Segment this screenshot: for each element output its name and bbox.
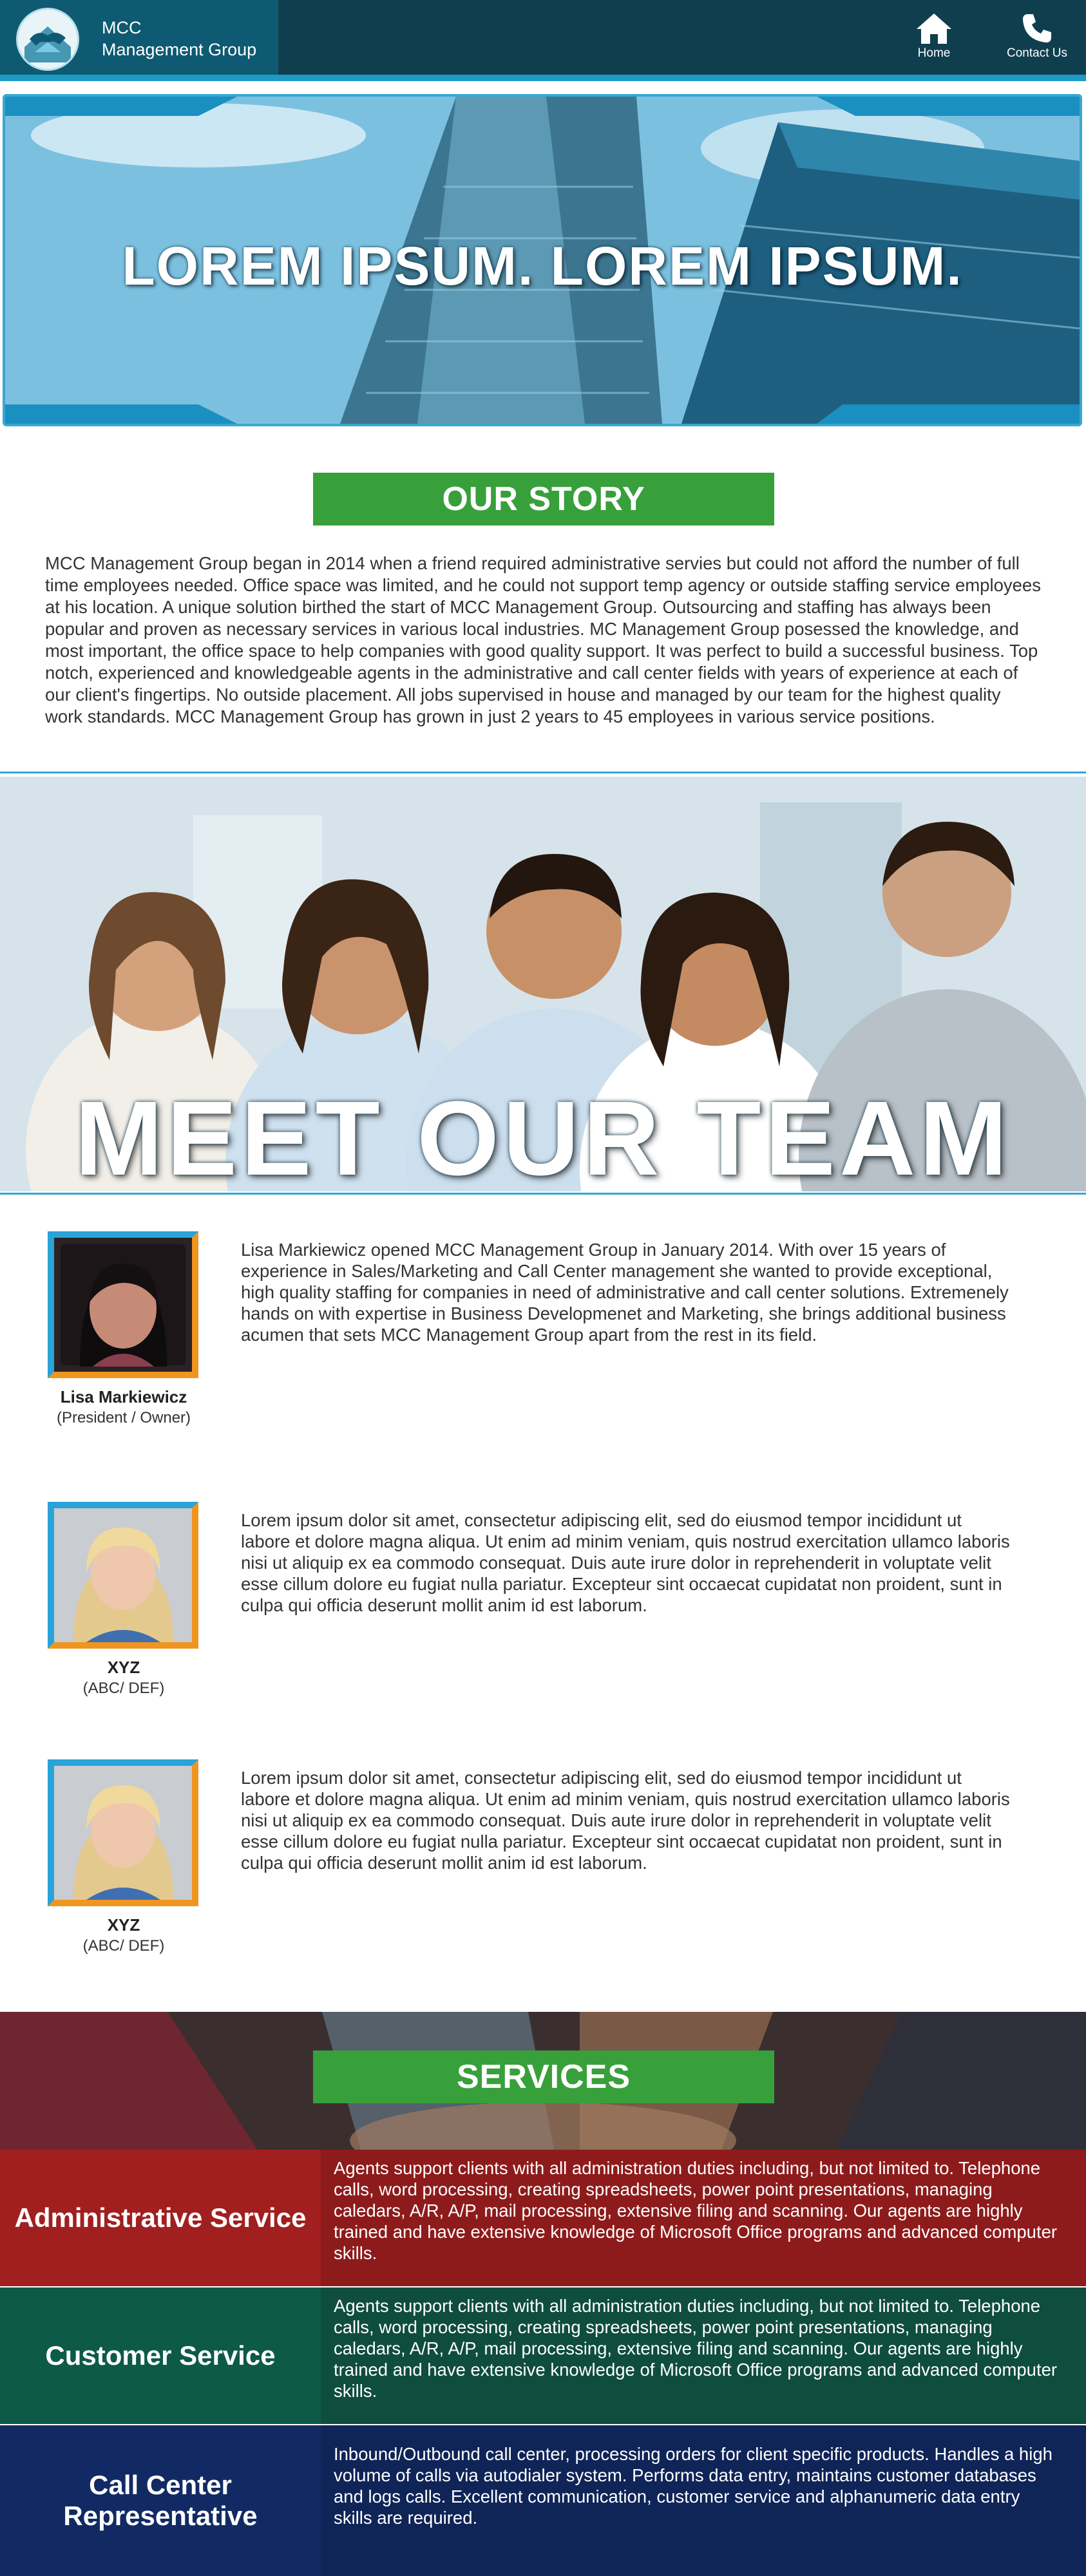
member-portrait-xyz-1 bbox=[54, 1508, 192, 1642]
our-story-heading: OUR STORY bbox=[313, 473, 774, 526]
member-role: (ABC/ DEF) bbox=[82, 1680, 165, 1697]
meet-our-team-title: MEET OUR TEAM bbox=[75, 1079, 1011, 1197]
nav-home[interactable]: Home bbox=[895, 12, 973, 61]
service-name-line2: Representative bbox=[63, 2501, 258, 2531]
member-photo-3 bbox=[48, 1759, 198, 1906]
member-role: (ABC/ DEF) bbox=[82, 1937, 165, 1955]
phone-icon bbox=[1023, 14, 1051, 43]
service-administrative: Administrative Service Agents support cl… bbox=[0, 2150, 1086, 2286]
service-call-center: Call Center Representative Inbound/Outbo… bbox=[0, 2425, 1086, 2576]
handshake-logo-icon bbox=[16, 8, 79, 71]
divider bbox=[0, 772, 1086, 773]
brand-line-1: MCC bbox=[102, 18, 142, 37]
service-name: Administrative Service bbox=[0, 2150, 321, 2286]
hero-banner: LOREM IPSUM. LOREM IPSUM. bbox=[3, 94, 1082, 426]
brand-line-2: Management Group bbox=[102, 40, 257, 59]
member-name: Lisa Markiewicz bbox=[60, 1387, 187, 1406]
services-heading: SERVICES bbox=[313, 2050, 774, 2103]
service-name-line1: Call Center bbox=[89, 2470, 232, 2500]
member-bio: Lorem ipsum dolor sit amet, consectetur … bbox=[241, 1768, 1010, 1873]
hero-title: LOREM IPSUM. LOREM IPSUM. bbox=[122, 236, 963, 296]
service-description: Agents support clients with all administ… bbox=[334, 2296, 1058, 2401]
service-customer: Customer Service Agents support clients … bbox=[0, 2287, 1086, 2424]
our-story-text: MCC Management Group began in 2014 when … bbox=[45, 553, 1041, 726]
member-role: (President / Owner) bbox=[56, 1409, 191, 1426]
service-name: Customer Service bbox=[0, 2287, 321, 2424]
member-photo-2 bbox=[48, 1502, 198, 1649]
service-description: Inbound/Outbound call center, processing… bbox=[334, 2444, 1053, 2528]
nav-contact-us[interactable]: Contact Us bbox=[998, 12, 1076, 61]
service-description: Agents support clients with all administ… bbox=[334, 2158, 1058, 2263]
member-photo-1 bbox=[48, 1231, 198, 1378]
member-portrait-xyz-2 bbox=[54, 1766, 192, 1900]
nav-contact-label: Contact Us bbox=[1007, 46, 1067, 60]
member-portrait-lisa bbox=[54, 1238, 192, 1372]
home-icon bbox=[917, 14, 951, 44]
member-name: XYZ bbox=[107, 1658, 140, 1677]
member-name: XYZ bbox=[107, 1915, 140, 1935]
brand-name: MCC Management Group bbox=[102, 17, 256, 61]
divider bbox=[0, 1193, 1086, 1195]
nav-home-label: Home bbox=[917, 46, 951, 60]
service-name: Call Center Representative bbox=[0, 2425, 321, 2576]
site-header: MCC Management Group Home Contact Us bbox=[0, 0, 1086, 81]
brand[interactable]: MCC Management Group bbox=[0, 0, 278, 75]
member-bio: Lorem ipsum dolor sit amet, consectetur … bbox=[241, 1510, 1010, 1615]
member-bio: Lisa Markiewicz opened MCC Management Gr… bbox=[241, 1240, 1009, 1345]
